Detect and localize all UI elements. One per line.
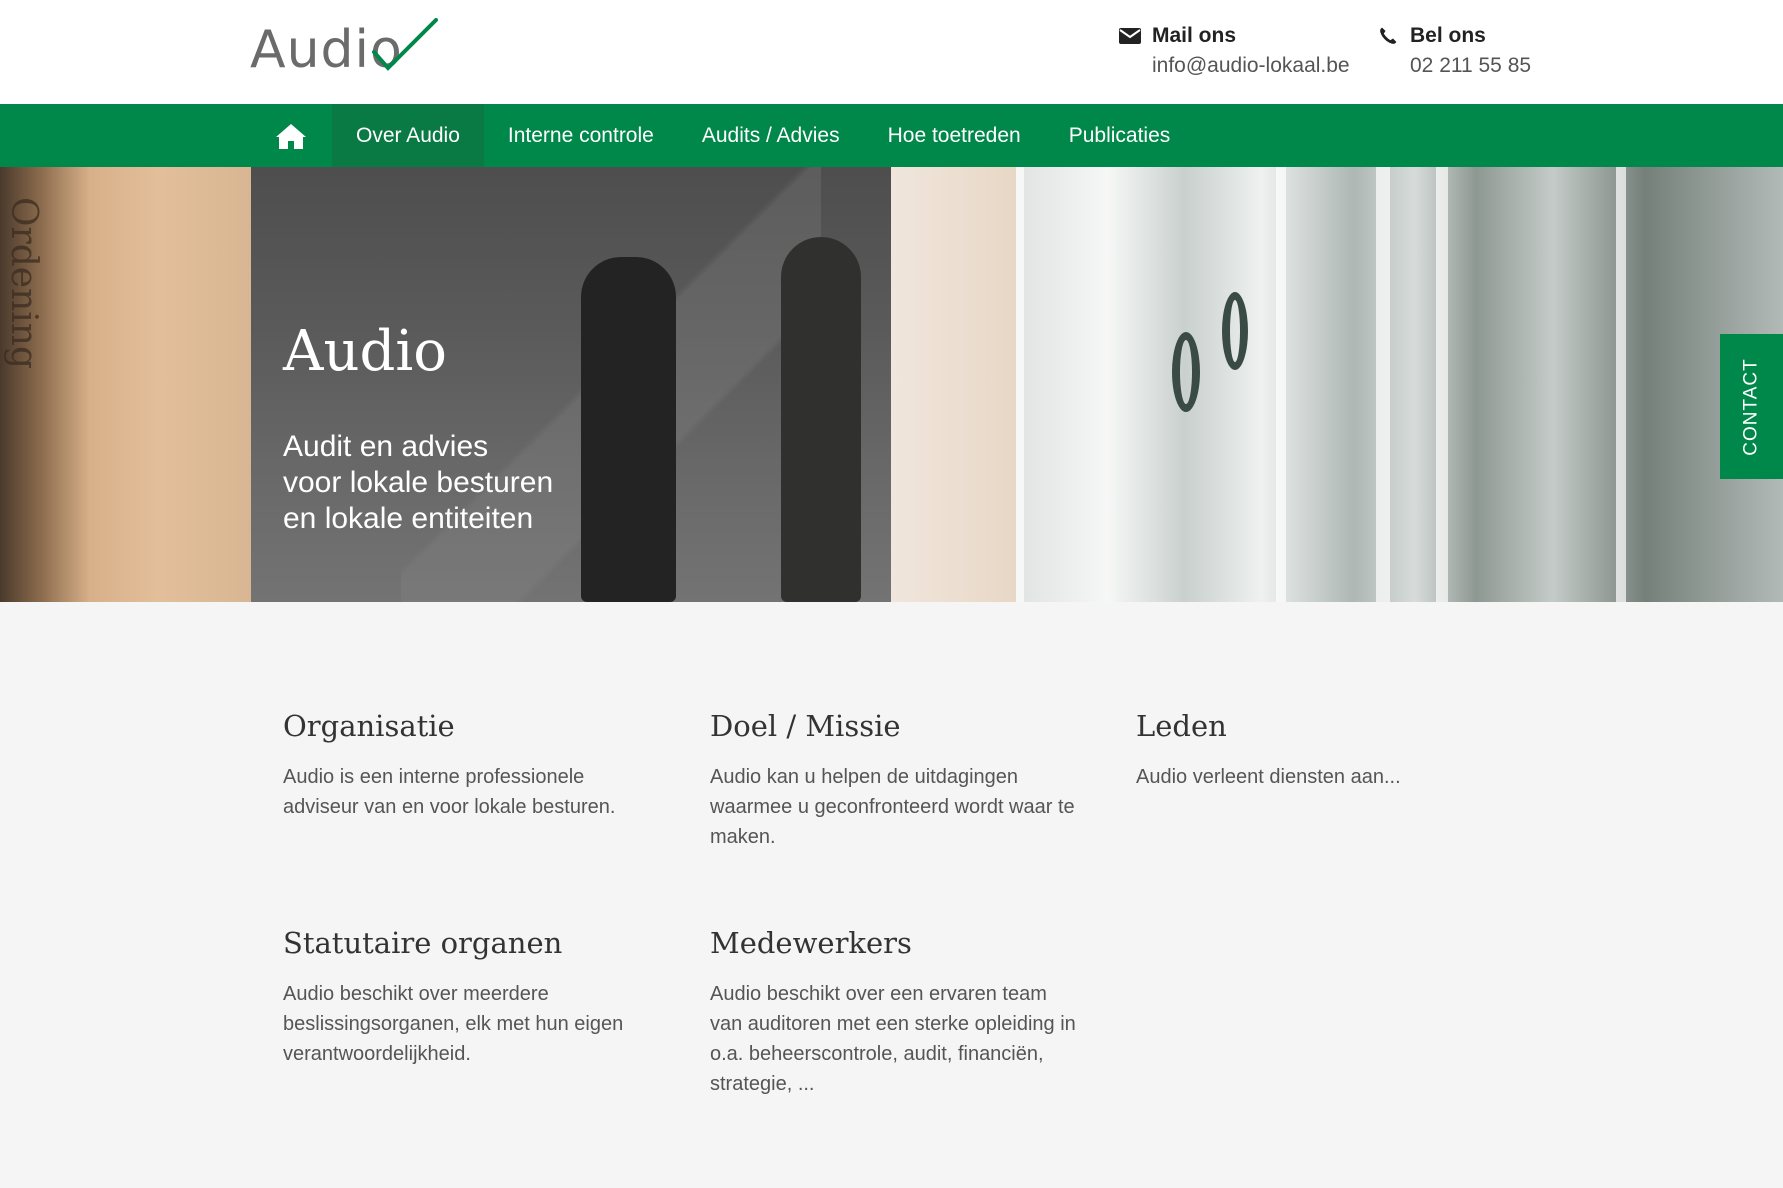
hero-subtitle: Audit en advies voor lokale besturen en … xyxy=(283,429,703,537)
card-medewerkers: Medewerkers Audio beschikt over een erva… xyxy=(710,923,1090,1099)
card-title-link[interactable]: Organisatie xyxy=(283,706,663,746)
nav-item-over-audio[interactable]: Over Audio xyxy=(332,104,484,167)
wall-lettering: Ordening xyxy=(3,197,44,370)
envelope-icon xyxy=(1119,28,1141,44)
card-text: Audio verleent diensten aan... xyxy=(1136,766,1401,788)
contact-tab-label: CONTACT xyxy=(1740,357,1762,456)
check-icon xyxy=(372,18,438,71)
home-icon xyxy=(276,123,306,149)
phone-contact: Bel ons 02 211 55 85 xyxy=(1376,22,1531,80)
nav-home-button[interactable] xyxy=(250,104,332,167)
nav-item-interne-controle[interactable]: Interne controle xyxy=(484,104,678,167)
main-nav: Over Audio Interne controle Audits / Adv… xyxy=(0,104,1783,167)
mail-contact: Mail ons info@audio-lokaal.be xyxy=(1118,22,1350,80)
hero-photo-wall-right xyxy=(891,167,1016,602)
card-text: Audio is een interne professionele advis… xyxy=(283,766,616,818)
contact-side-tab[interactable]: CONTACT xyxy=(1720,334,1783,479)
hero-photo-glass-doors xyxy=(1016,167,1783,602)
phone-icon xyxy=(1380,27,1397,44)
phone-number-link[interactable]: 02 211 55 85 xyxy=(1410,52,1531,80)
card-title-link[interactable]: Statutaire organen xyxy=(283,923,663,963)
card-doel-missie: Doel / Missie Audio kan u helpen de uitd… xyxy=(710,706,1090,852)
card-text: Audio beschikt over meerdere beslissings… xyxy=(283,983,624,1065)
site-header: Audio Mail ons info@audio-lokaal.be Bel … xyxy=(0,0,1783,104)
nav-item-audits-advies[interactable]: Audits / Advies xyxy=(678,104,864,167)
hero-subtitle-line: Audit en advies xyxy=(283,430,489,463)
card-title-link[interactable]: Leden xyxy=(1136,706,1516,746)
hero-banner: Ordening Audio Audit en advies voor loka… xyxy=(0,167,1783,602)
card-statutaire-organen: Statutaire organen Audio beschikt over m… xyxy=(283,923,663,1069)
card-organisatie: Organisatie Audio is een interne profess… xyxy=(283,706,663,822)
nav-item-publicaties[interactable]: Publicaties xyxy=(1045,104,1195,167)
card-text: Audio kan u helpen de uitdagingen waarme… xyxy=(710,766,1075,848)
mail-title: Mail ons xyxy=(1152,24,1237,47)
hero-subtitle-line: voor lokale besturen xyxy=(283,466,554,499)
mail-address-link[interactable]: info@audio-lokaal.be xyxy=(1152,52,1350,80)
hero-photo-wall: Ordening xyxy=(0,167,251,602)
phone-title: Bel ons xyxy=(1410,24,1486,47)
hero-subtitle-line: en lokale entiteiten xyxy=(283,502,534,535)
card-text: Audio beschikt over een ervaren team van… xyxy=(710,983,1076,1095)
hero-title: Audio xyxy=(283,319,447,384)
nav-item-hoe-toetreden[interactable]: Hoe toetreden xyxy=(864,104,1045,167)
logo[interactable]: Audio xyxy=(250,18,438,80)
card-leden: Leden Audio verleent diensten aan... xyxy=(1136,706,1516,792)
card-title-link[interactable]: Doel / Missie xyxy=(710,706,1090,746)
card-title-link[interactable]: Medewerkers xyxy=(710,923,1090,963)
